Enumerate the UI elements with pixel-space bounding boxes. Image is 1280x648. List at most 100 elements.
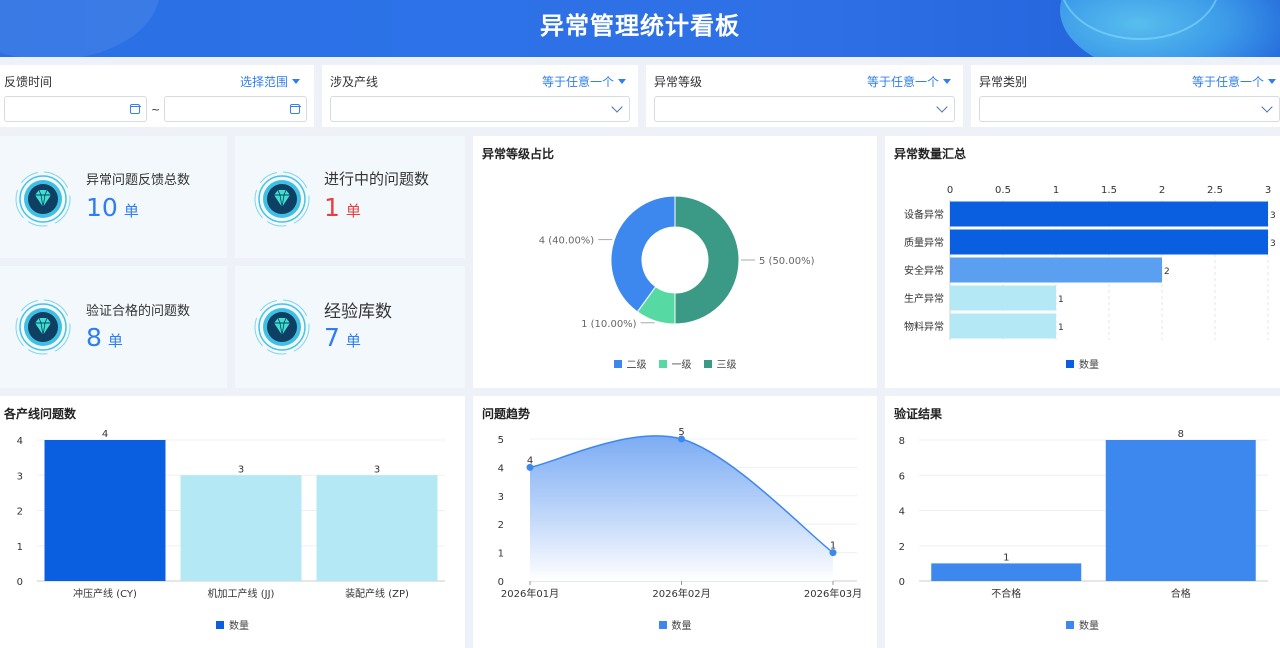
level-select[interactable] [654,96,955,122]
bar-value-label: 3 [1270,239,1276,249]
x-tick-label: 0 [947,185,953,196]
filter-operator-dropdown[interactable]: 等于任意一个 [1192,73,1276,89]
verification-bar-chart: 0 2 4 6 8 1 不合格 8 合格 [899,429,1268,600]
category-label: 合格 [1171,587,1191,600]
anomaly-count-panel: 异常数量汇总 0 0.5 1 1.5 2 2.5 3 设备异常 3 质量异常 3 安全异常 2 生产异常 1… [885,136,1280,388]
issue-trend-panel: 问题趋势 0 1 2 3 4 5 4 2026年01月 5 2026年02月 1 2026年03月 数… [473,396,877,648]
chart-legend: 数量 [473,617,877,632]
bar [1105,440,1256,581]
y-tick-label: 0 [498,577,504,588]
bar-value-label: 1 [1058,295,1064,305]
chart-legend: 数量 [885,356,1280,371]
category-label: 质量异常 [904,236,944,249]
bar-value-label: 8 [1178,429,1184,440]
category-label: 设备异常 [904,208,944,221]
legend-item[interactable]: 数量 [1066,356,1099,371]
kpi-card-in-progress: 进行中的问题数 1单 [235,136,465,258]
y-tick-label: 2 [899,542,905,553]
bar-value-label: 3 [1270,211,1276,221]
page-title: 异常管理统计看板 [540,12,740,40]
chevron-down-icon [936,101,948,113]
line-issues-bar-chart: 0 1 2 3 4 4 冲压产线 (CY) 3 机加工产线 (JJ) 3 装配产线 (ZP) [17,429,445,600]
level-share-pie-chart: 4 (40.00%) 1 (10.00%) 5 (50.00%) [539,195,815,330]
category-label: 冲压产线 (CY) [73,587,137,600]
data-label: 4 [527,455,533,466]
pie-data-label: 1 (10.00%) [581,319,637,330]
bar [316,475,438,581]
category-label: 不合格 [991,587,1021,600]
start-date-input[interactable] [4,96,147,122]
filter-level: 异常等级 等于任意一个 [646,65,963,127]
y-tick-label: 6 [899,471,905,482]
filter-label: 异常类别 [979,75,1028,89]
legend-item[interactable]: 一级 [658,356,692,371]
kpi-card-knowledge-base: 经验库数 7单 [235,266,465,388]
chevron-down-icon [1261,101,1273,113]
filter-operator-dropdown[interactable]: 等于任意一个 [867,73,951,89]
legend-item[interactable]: 三级 [703,356,737,371]
category-label: 装配产线 (ZP) [345,587,409,600]
y-tick-label: 4 [498,463,504,474]
issue-trend-area-chart: 0 1 2 3 4 5 4 2026年01月 5 2026年02月 1 2026年03月 [498,427,862,600]
bar-value-label: 1 [1058,323,1064,333]
kpi-card-verified: 验证合格的问题数 8单 [0,266,227,388]
bar [950,201,1268,227]
chart-legend: 数量 [885,617,1280,632]
legend-item[interactable]: 二级 [613,356,647,371]
data-label: 1 [830,541,836,552]
x-tick-label: 2 [1159,185,1165,196]
filter-category: 异常类别 等于任意一个 [971,65,1280,127]
bar-value-label: 3 [374,464,380,475]
category-label: 2026年03月 [804,587,862,600]
bar-value-label: 4 [102,429,108,440]
level-share-panel: 异常等级占比 4 (40.00%) 1 (10.00%) 5 (50.00%) 二级… [473,136,877,388]
legend-item[interactable]: 数量 [658,617,692,632]
bar-value-label: 2 [1164,267,1170,277]
filter-operator-dropdown[interactable]: 选择范围 [240,73,300,89]
bar-value-label: 3 [238,464,244,475]
bar [180,475,302,581]
x-tick-label: 0.5 [995,185,1011,196]
filter-line: 涉及产线 等于任意一个 [322,65,638,127]
pie-data-label: 5 (50.00%) [759,256,815,267]
legend-swatch [658,620,667,629]
legend-item[interactable]: 数量 [1066,617,1099,632]
diamond-icon [15,171,71,227]
diamond-icon [15,299,71,355]
range-separator: ~ [151,102,161,116]
kpi-label: 经验库数 [324,302,392,322]
filter-operator-dropdown[interactable]: 等于任意一个 [542,73,626,89]
bar [950,285,1056,311]
caret-down-icon [1268,78,1276,84]
calendar-icon [129,104,141,114]
filter-label: 异常等级 [654,75,703,89]
end-date-input[interactable] [164,96,308,122]
y-tick-label: 1 [17,542,23,553]
dashboard-header: 异常管理统计看板 [0,0,1280,57]
legend-swatch [613,359,622,368]
bar [950,257,1162,283]
category-select[interactable] [979,96,1280,122]
verification-panel: 验证结果 0 2 4 6 8 1 不合格 8 合格 数量 [885,396,1280,648]
x-tick-label: 1 [1053,185,1059,196]
bar [44,440,166,581]
filter-label: 涉及产线 [330,75,379,89]
y-tick-label: 4 [17,436,23,447]
calendar-icon [289,104,301,114]
line-select[interactable] [330,96,630,122]
legend-item[interactable]: 数量 [216,617,249,632]
kpi-label: 进行中的问题数 [324,170,430,188]
y-tick-label: 4 [899,507,905,518]
kpi-label: 异常问题反馈总数 [86,173,191,188]
category-label: 机加工产线 (JJ) [208,587,275,600]
y-tick-label: 1 [498,549,504,560]
x-tick-label: 2.5 [1207,185,1223,196]
chart-legend: 数量 [0,617,465,632]
diamond-icon [254,171,310,227]
kpi-card-total: 异常问题反馈总数 10 单 [0,136,227,258]
legend-swatch [216,620,224,629]
y-tick-label: 0 [17,577,23,588]
bar-value-label: 1 [1003,552,1009,563]
caret-down-icon [292,78,300,84]
category-label: 2026年01月 [501,587,559,600]
